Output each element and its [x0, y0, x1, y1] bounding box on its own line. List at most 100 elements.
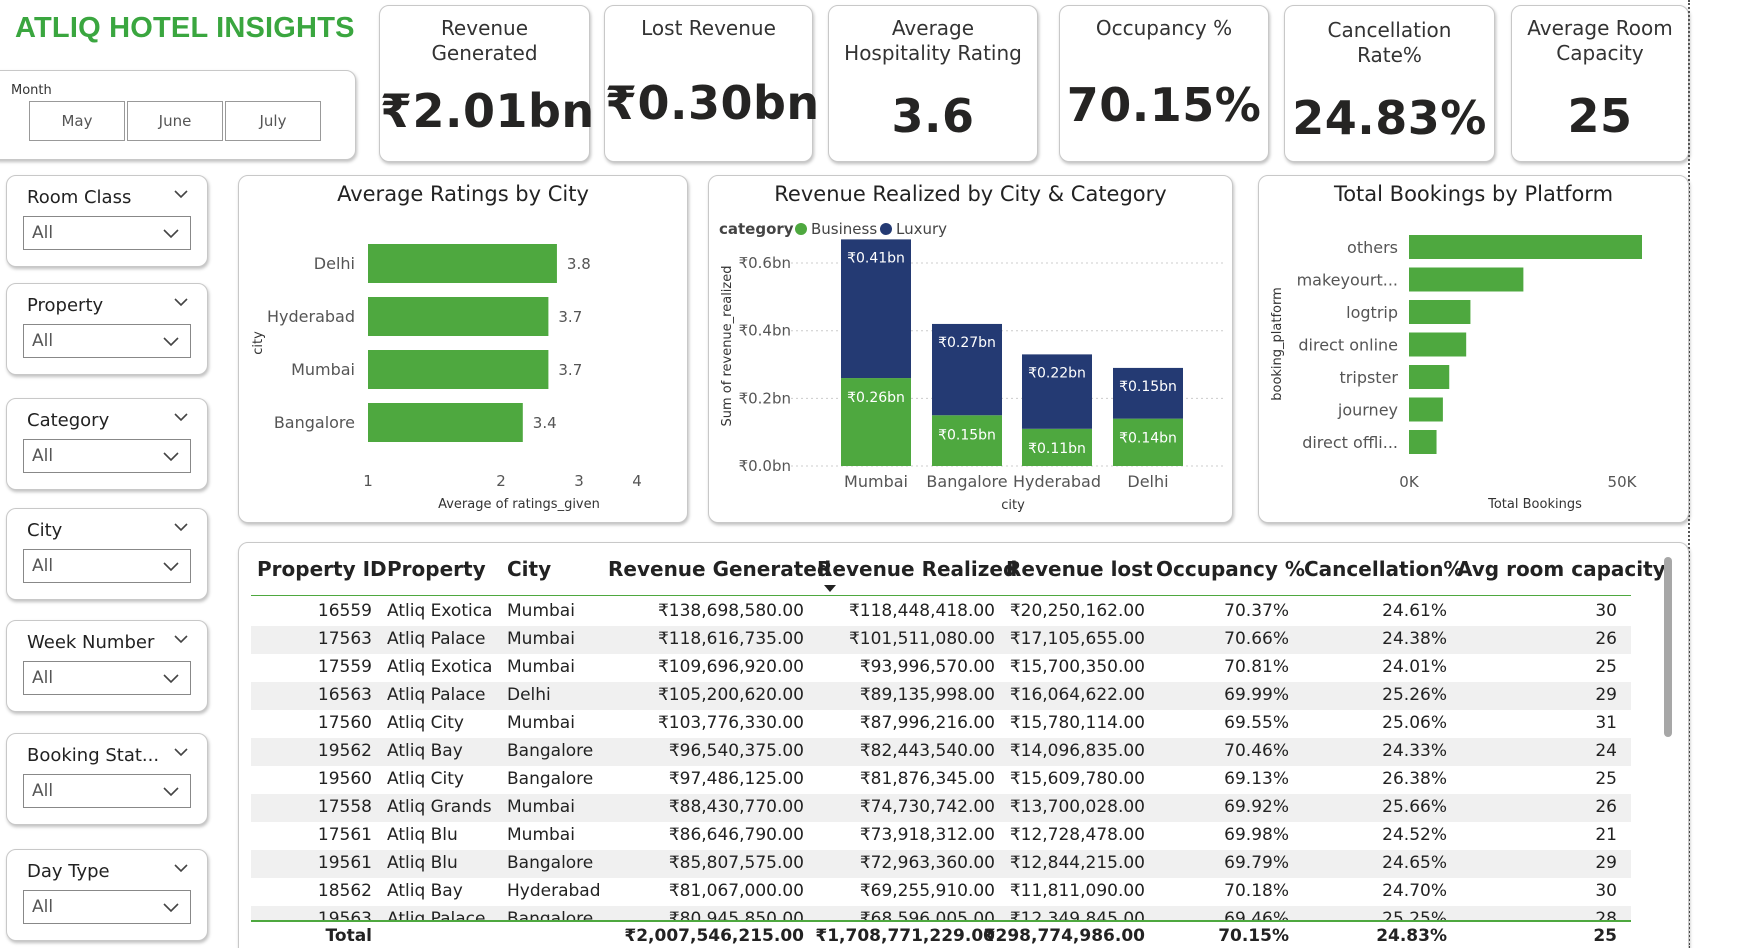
- data-label: 3.4: [533, 414, 557, 432]
- y-axis-label: booking_platform: [1270, 287, 1285, 401]
- chevron-down-icon[interactable]: [173, 296, 189, 308]
- chevron-down-icon: [163, 562, 179, 572]
- slicer-dropdown[interactable]: All: [23, 774, 191, 808]
- slicer-dropdown[interactable]: All: [23, 216, 191, 250]
- table-cell: 25: [1595, 657, 1617, 677]
- rating-bar: [368, 244, 557, 283]
- city-tick-label: Bangalore: [274, 413, 355, 432]
- x-tick-label: 1: [363, 472, 373, 490]
- table-cell: ₹69,255,910.00: [859, 881, 995, 901]
- app-title: ATLIQ HOTEL INSIGHTS: [15, 12, 355, 44]
- sort-desc-icon[interactable]: [824, 585, 836, 592]
- table-cell: ₹11,811,090.00: [1009, 881, 1145, 901]
- table-cell: ₹12,844,215.00: [1009, 853, 1145, 873]
- bookings-bar-chart: others makeyourt... logtrip direct online tr…: [1270, 235, 1642, 512]
- slicer-value: All: [32, 781, 54, 801]
- slicer-dropdown[interactable]: All: [23, 890, 191, 924]
- month-button-may[interactable]: May: [29, 101, 125, 141]
- chevron-down-icon[interactable]: [173, 188, 189, 200]
- table-cell: ₹103,776,330.00: [657, 713, 804, 733]
- kpi-label: Cancellation Rate%: [1327, 18, 1452, 67]
- slicer-dropdown[interactable]: All: [23, 324, 191, 358]
- column-header[interactable]: Occupancy %: [1156, 557, 1305, 581]
- table-cell: 31: [1595, 713, 1617, 733]
- kpi-value: ₹2.01bn: [380, 84, 595, 138]
- platform-tick-label: journey: [1337, 401, 1398, 420]
- column-header[interactable]: Avg room capacity: [1457, 557, 1666, 581]
- column-header[interactable]: Property ID: [257, 557, 387, 581]
- revenue-stacked-bar-chart: category Business Luxury ₹0.0bn ₹0.2bn ₹0.4bn…: [719, 220, 1224, 513]
- bookings-bar: [1409, 430, 1437, 454]
- legend-marker-business: [795, 223, 807, 235]
- column-header[interactable]: City: [507, 557, 551, 581]
- city-tick-label: Delhi: [314, 254, 355, 273]
- data-label: ₹0.27bn: [938, 335, 996, 351]
- table-cell: 30: [1595, 881, 1617, 901]
- table-cell: 19561: [317, 853, 372, 873]
- table-cell: ₹12,728,478.00: [1009, 825, 1145, 845]
- column-header[interactable]: Cancellation%: [1304, 557, 1463, 581]
- chevron-down-icon[interactable]: [173, 521, 189, 533]
- legend-label: Luxury: [896, 220, 947, 238]
- x-tick-label: Bangalore: [926, 472, 1007, 491]
- table-cell: 18562: [317, 881, 372, 901]
- column-header[interactable]: Property: [387, 557, 486, 581]
- y-tick-label: ₹0.4bn: [739, 322, 791, 340]
- slicer-dropdown[interactable]: All: [23, 661, 191, 695]
- table-cell: Atliq Exotica: [387, 657, 493, 677]
- table-cell: Atliq Blu: [387, 825, 458, 845]
- table-cell: Mumbai: [507, 797, 575, 817]
- total-cell: 24.83%: [1376, 926, 1447, 946]
- data-label: ₹0.26bn: [847, 390, 905, 406]
- filter-slicer-room-class: Room Class All: [6, 175, 208, 267]
- table-cell: ₹81,876,345.00: [859, 769, 995, 789]
- filter-slicer-week-number: Week Number All: [6, 620, 208, 712]
- table-cell: Atliq Grands: [387, 797, 492, 817]
- column-header[interactable]: Revenue Generated: [608, 557, 831, 581]
- chart-average-ratings-by-city: Average Ratings by City Delhi 3.8 Hyderaba…: [238, 175, 688, 523]
- table-cell: Atliq Palace: [387, 685, 486, 705]
- total-cell: 70.15%: [1218, 926, 1289, 946]
- data-label: ₹0.15bn: [1119, 379, 1177, 395]
- total-cell: ₹298,774,986.00: [983, 926, 1145, 946]
- table-cell: 69.79%: [1224, 853, 1289, 873]
- slicer-title: City: [27, 520, 63, 541]
- month-button-june[interactable]: June: [127, 101, 223, 141]
- chevron-down-icon[interactable]: [173, 633, 189, 645]
- kpi-value: ₹0.30bn: [605, 76, 820, 130]
- x-tick-label: Hyderabad: [1013, 472, 1101, 491]
- table-scrollbar[interactable]: [1664, 557, 1672, 737]
- slicer-title: Room Class: [27, 187, 132, 208]
- platform-tick-label: makeyourt...: [1297, 271, 1398, 290]
- chevron-down-icon[interactable]: [173, 862, 189, 874]
- table-cell: ₹97,486,125.00: [668, 769, 804, 789]
- y-axis-label: city: [251, 331, 266, 355]
- data-label: ₹0.15bn: [938, 427, 996, 443]
- chevron-down-icon[interactable]: [173, 746, 189, 758]
- table-cell: 69.92%: [1224, 797, 1289, 817]
- table-cell: 24.01%: [1382, 657, 1447, 677]
- slicer-value: All: [32, 556, 54, 576]
- month-button-july[interactable]: July: [225, 101, 321, 141]
- kpi-label: Revenue Generated: [431, 16, 538, 65]
- slicer-dropdown[interactable]: All: [23, 439, 191, 473]
- table-cell: ₹72,963,360.00: [859, 853, 995, 873]
- slicer-value: All: [32, 668, 54, 688]
- chevron-down-icon[interactable]: [173, 411, 189, 423]
- kpi-card-cancellation-rate: Cancellation Rate% 24.83%: [1284, 5, 1495, 162]
- table-cell: 19562: [317, 741, 372, 761]
- table-cell: 69.55%: [1224, 713, 1289, 733]
- column-header[interactable]: Revenue Realized: [817, 557, 1017, 581]
- x-tick-label: Mumbai: [844, 472, 908, 491]
- slicer-value: All: [32, 331, 54, 351]
- filter-slicer-day-type: Day Type All: [6, 849, 208, 941]
- column-header[interactable]: Revenue lost: [1006, 557, 1153, 581]
- data-label: 3.7: [558, 308, 582, 326]
- slicer-dropdown[interactable]: All: [23, 549, 191, 583]
- bookings-bar: [1409, 235, 1642, 259]
- bookings-bar: [1409, 300, 1471, 324]
- table-cell: ₹82,443,540.00: [859, 741, 995, 761]
- x-axis-label: Total Bookings: [1487, 497, 1582, 512]
- kpi-label: Lost Revenue: [641, 16, 776, 40]
- table-cell: 70.37%: [1224, 601, 1289, 621]
